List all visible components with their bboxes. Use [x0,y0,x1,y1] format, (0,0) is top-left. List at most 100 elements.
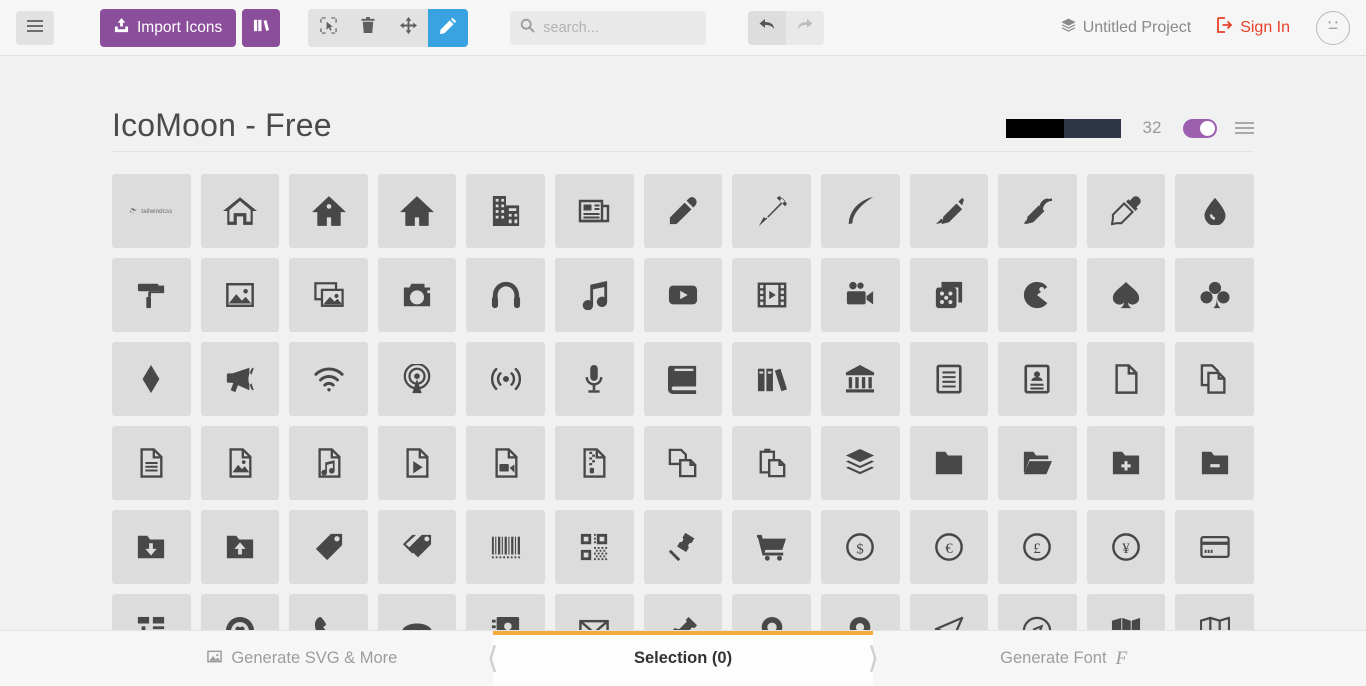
selection-tab[interactable]: Selection (0) [492,631,874,686]
diamonds-icon [136,364,166,394]
icon-cell-barcode[interactable] [466,510,546,584]
icon-cell-home2[interactable] [289,174,368,248]
set-menu-icon[interactable] [1235,121,1254,135]
icon-cell-pencil[interactable] [643,174,723,248]
icon-cell-headphones[interactable] [466,258,546,332]
icon-cell-file-text2[interactable] [112,426,191,500]
delete-tool-button[interactable] [348,9,388,47]
icon-cell-library[interactable] [820,342,900,416]
icon-cell-video-camera[interactable] [820,258,900,332]
icon-cell-home[interactable] [200,174,280,248]
color-swatch-1[interactable] [1063,118,1121,138]
icon-cell-film[interactable] [732,258,811,332]
main-menu-button[interactable] [16,10,54,45]
import-icons-button[interactable]: Import Icons [100,8,237,47]
icon-cell-coin-euro[interactable]: € [909,510,989,584]
office-icon [491,196,521,226]
icon-cell-bullhorn[interactable] [200,342,280,416]
connection-icon [313,364,344,394]
icon-cell-price-tag[interactable] [289,510,368,584]
icon-cell-feed[interactable] [466,342,546,416]
icon-cell-diamonds[interactable] [112,342,191,416]
set-visibility-toggle[interactable] [1183,118,1217,138]
move-tool-button[interactable] [388,9,428,47]
icon-cell-file-text[interactable] [909,342,989,416]
icon-cell-cart[interactable] [732,510,811,584]
library-icon [253,17,270,39]
icon-cell-pencil2[interactable] [732,174,811,248]
icon-cell-profile[interactable] [998,342,1077,416]
icon-cell-folder[interactable] [909,426,989,500]
icon-cell-stack[interactable] [820,426,900,500]
icon-cell-paint-format[interactable] [112,258,191,332]
icon-cell-pacman[interactable] [998,258,1077,332]
generate-font-tab[interactable]: Generate Font F [873,631,1254,686]
icon-cell-paste[interactable] [732,426,811,500]
icon-cell-coin-dollar[interactable]: $ [820,510,900,584]
dice-icon [934,280,964,310]
icon-cell-dice[interactable] [909,258,989,332]
icon-cell-books[interactable] [732,342,811,416]
icon-cell-credit-card[interactable] [1175,510,1254,584]
icon-cell-office[interactable] [466,174,546,248]
image-icon [225,280,255,310]
select-tool-button[interactable] [308,9,348,47]
generate-svg-tab[interactable]: Generate SVG & More [112,631,493,686]
cursor-select-icon [320,16,337,39]
pencil-glyph-icon [668,196,698,226]
project-button[interactable]: Untitled Project [1061,18,1191,38]
icon-cell-coin-yen[interactable]: ¥ [1086,510,1166,584]
icon-cell-files-empty[interactable] [1175,342,1254,416]
icon-cell-mic[interactable] [555,342,634,416]
icon-cell-folder-download[interactable] [112,510,191,584]
icon-cell-file-play[interactable] [377,426,457,500]
paint-format-icon [136,280,166,310]
icon-cell-tailwindcss[interactable]: tailwindcss [112,174,191,248]
stack-icon [845,448,875,478]
icon-cell-images[interactable] [289,258,368,332]
account-avatar-button[interactable] [1316,10,1350,45]
icon-cell-eyedropper[interactable] [1086,174,1166,248]
icon-cell-blog[interactable] [998,174,1077,248]
file-play-icon [402,448,432,478]
icon-cell-file-empty[interactable] [1086,342,1166,416]
redo-button[interactable] [786,10,825,45]
icon-cell-price-tags[interactable] [377,510,457,584]
color-swatch-0[interactable] [1006,118,1064,138]
icon-cell-copy[interactable] [643,426,723,500]
icon-cell-folder-plus[interactable] [1086,426,1166,500]
icon-cell-spades[interactable] [1086,258,1166,332]
icon-cell-quill[interactable] [820,174,900,248]
color-swatches[interactable] [1006,118,1121,138]
icon-library-button[interactable] [242,8,281,47]
upload-icon [114,17,129,38]
icon-cell-coin-pound[interactable]: £ [998,510,1077,584]
icon-cell-pen[interactable] [909,174,989,248]
icon-cell-book[interactable] [643,342,723,416]
icon-cell-folder-upload[interactable] [200,510,280,584]
search-box[interactable] [510,10,707,45]
icon-cell-file-zip[interactable] [555,426,634,500]
icon-cell-qrcode[interactable] [555,510,634,584]
sign-in-button[interactable]: Sign In [1217,17,1290,38]
icon-cell-folder-open[interactable] [998,426,1077,500]
icon-cell-folder-minus[interactable] [1175,426,1254,500]
search-input[interactable] [543,19,697,36]
icon-cell-newspaper[interactable] [555,174,634,248]
paste-icon [757,448,787,478]
icon-cell-podcast[interactable] [377,342,457,416]
icon-cell-play[interactable] [643,258,723,332]
icon-cell-droplet[interactable] [1175,174,1254,248]
icon-cell-clubs[interactable] [1175,258,1254,332]
icon-cell-ticket[interactable] [643,510,723,584]
icon-cell-file-picture[interactable] [200,426,280,500]
icon-cell-home3[interactable] [377,174,457,248]
icon-cell-file-video[interactable] [466,426,546,500]
icon-cell-image[interactable] [200,258,280,332]
edit-tool-button[interactable] [428,8,469,47]
icon-cell-music[interactable] [555,258,634,332]
icon-cell-file-music[interactable] [289,426,368,500]
icon-cell-camera[interactable] [377,258,457,332]
icon-cell-connection[interactable] [289,342,368,416]
undo-button[interactable] [748,10,787,45]
